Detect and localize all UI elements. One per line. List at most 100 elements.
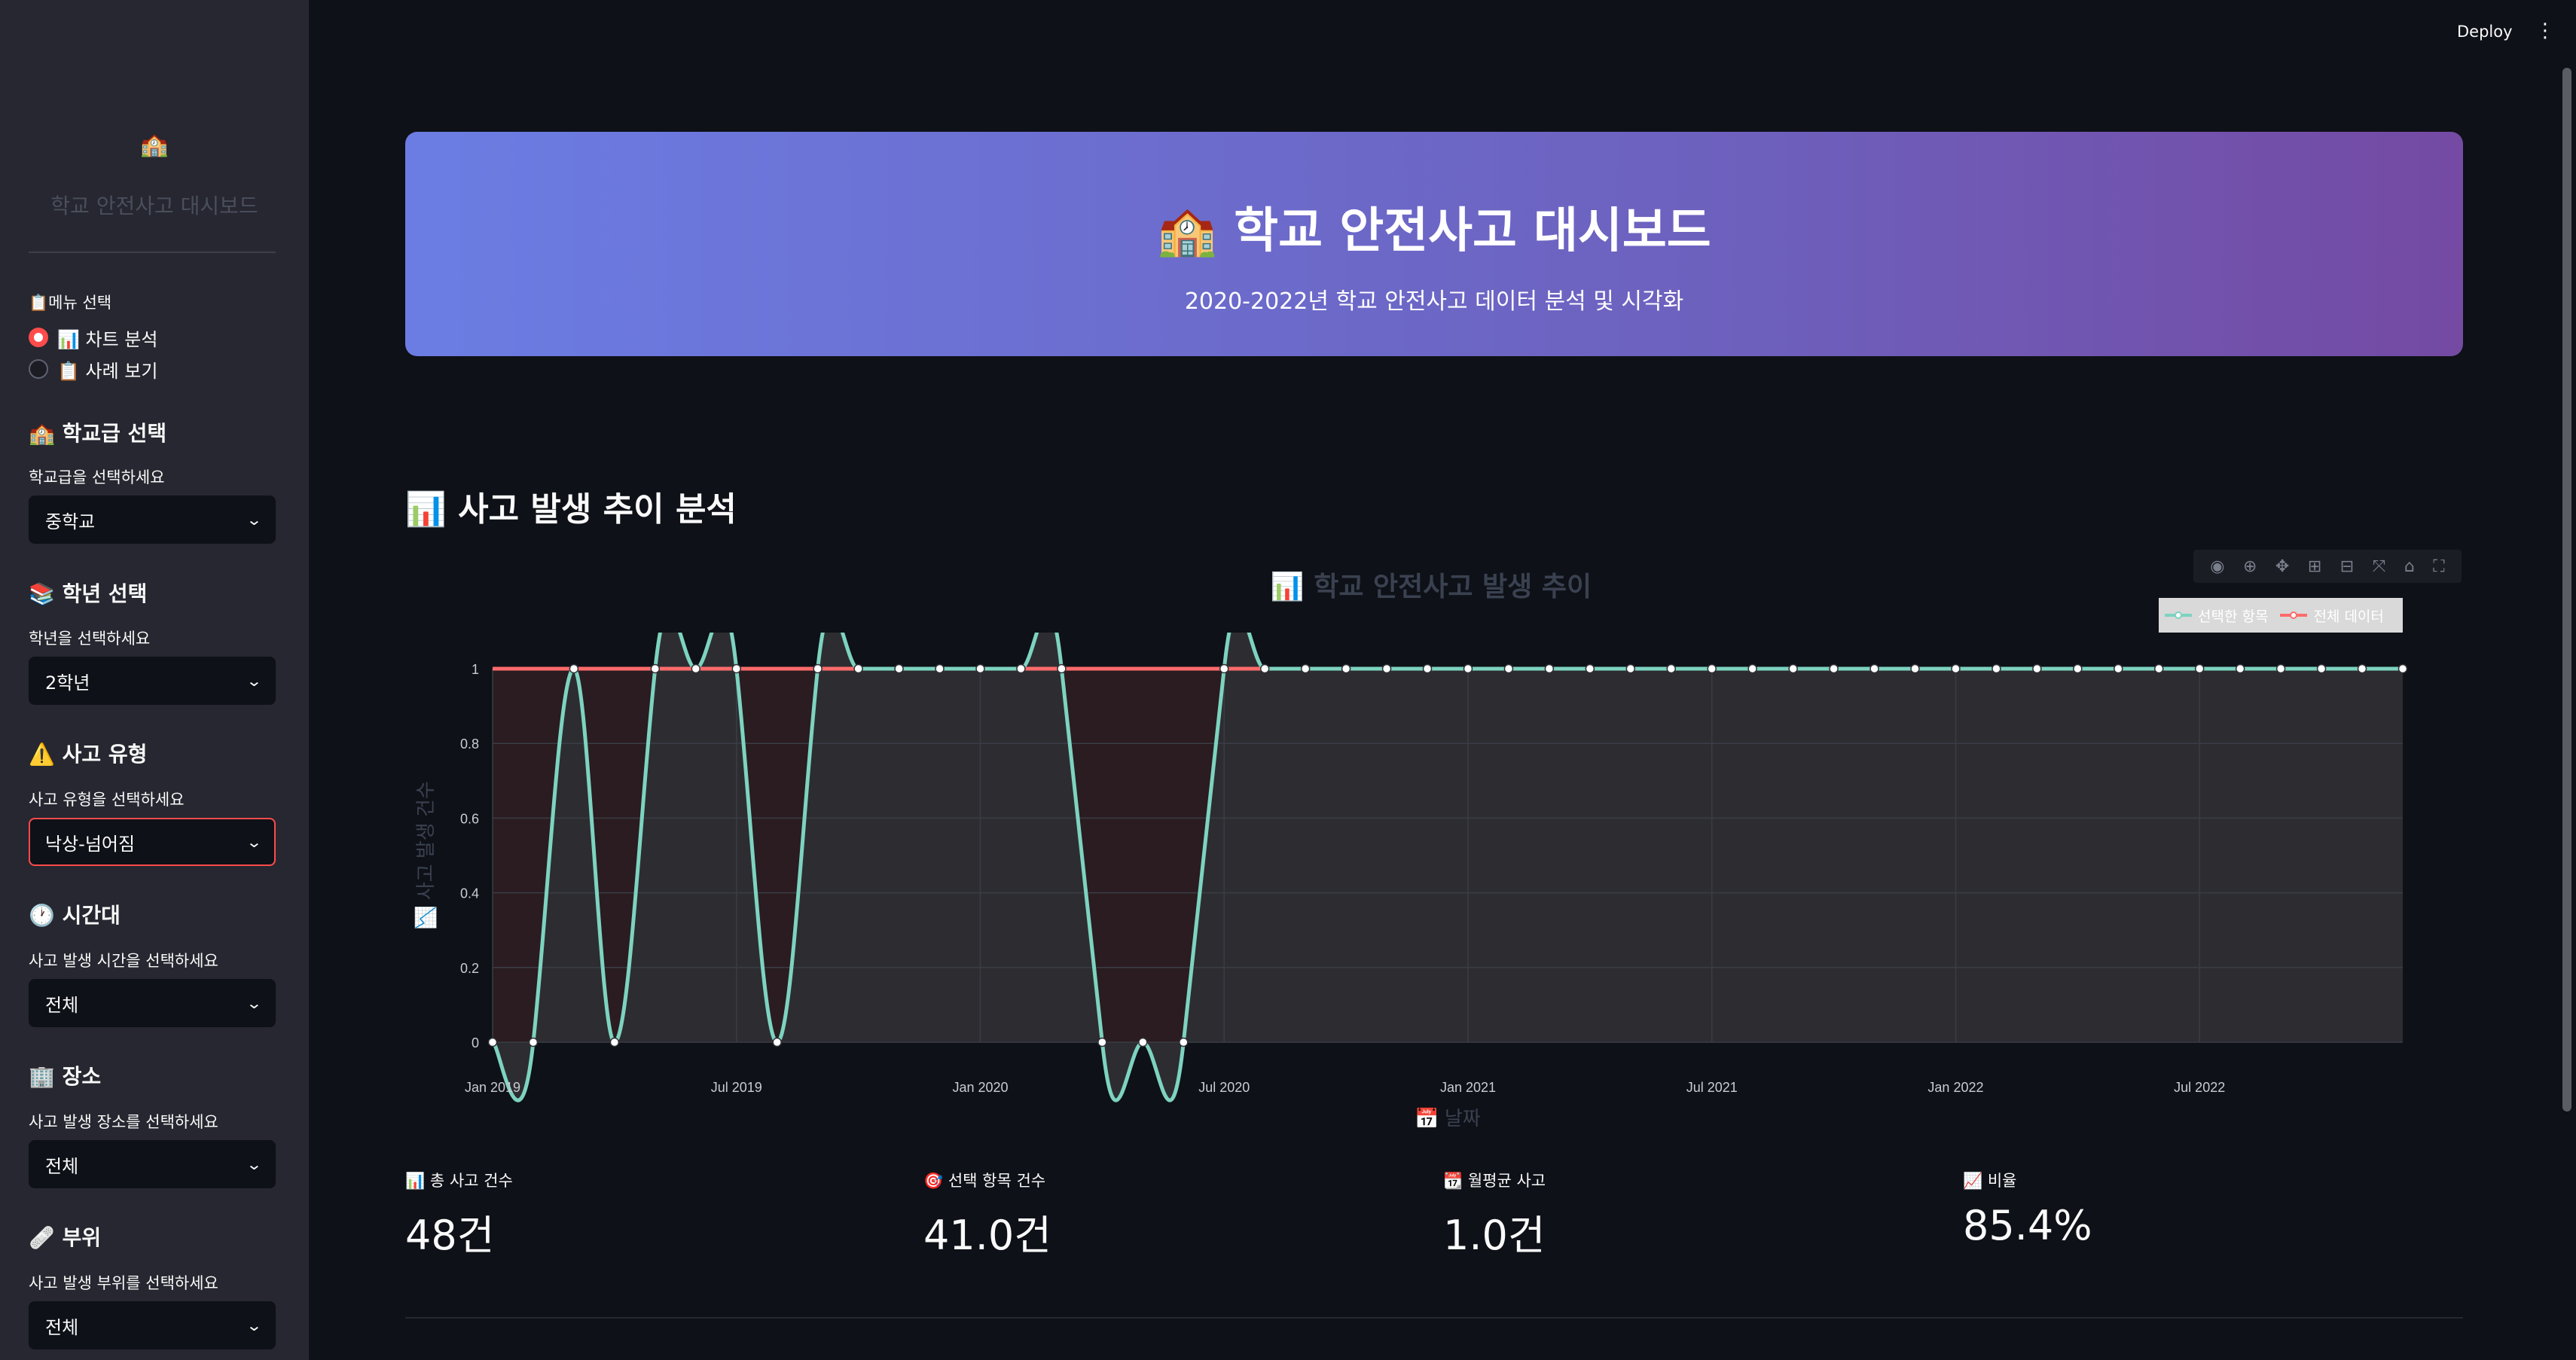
x-tick-label: Jul 2019 — [711, 1080, 762, 1095]
data-point — [2114, 663, 2123, 674]
kebab-menu-icon[interactable]: ⋮ — [2535, 20, 2555, 42]
radio-unselected-icon[interactable] — [29, 359, 48, 379]
main-scrollbar[interactable] — [2562, 68, 2571, 1111]
chevron-down-icon: ⌄ — [246, 511, 263, 529]
menu-option-cases[interactable]: 📋 사례 보기 — [29, 355, 157, 383]
x-tick-label: Jan 2019 — [465, 1080, 520, 1095]
x-tick-label: Jan 2021 — [1440, 1080, 1496, 1095]
body-part-label: 사고 발생 부위를 선택하세요 — [29, 1274, 218, 1292]
data-point — [1138, 1037, 1148, 1047]
x-tick-label: Jan 2022 — [1927, 1080, 1983, 1095]
legend-item-selected[interactable]: 선택한 항목 — [2165, 605, 2268, 626]
menu-option-label: 📋 사례 보기 — [57, 360, 158, 382]
data-point — [2194, 663, 2205, 674]
legend-item-total[interactable]: 전체 데이터 — [2280, 605, 2384, 626]
select-value: 중학교 — [45, 511, 96, 532]
chart-modebar: ◉ ⊕ ✥ ⊞ ⊟ ⤧ ⌂ ⛶ — [2193, 550, 2462, 583]
school-level-heading: 🏫 학교급 선택 — [29, 421, 167, 446]
time-select[interactable]: 전체 ⌄ — [29, 979, 276, 1027]
data-point — [1422, 663, 1433, 674]
sidebar: 🏫 학교 안전사고 대시보드 📋메뉴 선택 📊 차트 분석 📋 사례 보기 🏫 … — [0, 0, 309, 1360]
data-point — [1463, 663, 1473, 674]
data-point — [1341, 663, 1351, 674]
metric-selected: 🎯 선택 항목 건수 41.0건 — [923, 1169, 1051, 1261]
school-level-label: 학교급을 선택하세요 — [29, 468, 165, 486]
pan-icon[interactable]: ✥ — [2275, 557, 2289, 576]
chevron-down-icon: ⌄ — [246, 1316, 263, 1334]
data-point — [528, 1037, 539, 1047]
hero-title: 🏫 학교 안전사고 대시보드 — [1157, 203, 1711, 259]
x-tick-label: Jul 2020 — [1198, 1080, 1250, 1095]
x-tick-label: Jul 2021 — [1686, 1080, 1738, 1095]
data-point — [2235, 663, 2245, 674]
x-axis-label: 📅 날짜 — [1415, 1107, 1481, 1130]
metric-label: 🎯 선택 항목 건수 — [923, 1172, 1046, 1190]
metric-monthly-avg: 📆 월평균 사고 1.0건 — [1443, 1169, 1546, 1261]
grade-label: 학년을 선택하세요 — [29, 630, 151, 648]
grade-heading: 📚 학년 선택 — [29, 581, 148, 606]
deploy-button[interactable]: Deploy — [2457, 23, 2513, 41]
fullscreen-icon[interactable]: ⛶ — [2433, 557, 2444, 576]
menu-option-chart[interactable]: 📊 차트 분석 — [29, 324, 157, 351]
metric-label: 📆 월평균 사고 — [1443, 1172, 1546, 1190]
data-point — [1707, 663, 1717, 674]
data-point — [1219, 663, 1229, 674]
data-point — [650, 663, 661, 674]
data-point — [1097, 1037, 1107, 1047]
section-divider — [405, 1317, 2463, 1319]
zoom-in-icon[interactable]: ⊞ — [2308, 557, 2321, 576]
accident-type-heading: ⚠️ 사고 유형 — [29, 742, 148, 767]
grade-select[interactable]: 2학년 ⌄ — [29, 657, 276, 705]
data-point — [487, 1037, 498, 1047]
chevron-down-icon: ⌄ — [246, 672, 263, 690]
data-point — [813, 663, 823, 674]
data-point — [1788, 663, 1798, 674]
data-point — [731, 663, 741, 674]
zoom-icon[interactable]: ⊕ — [2243, 557, 2257, 576]
y-axis-label: 📉 사고 발생 건수 — [414, 781, 437, 930]
menu-option-label: 📊 차트 분석 — [57, 328, 158, 350]
chevron-down-icon: ⌄ — [246, 994, 263, 1012]
data-point — [1666, 663, 1677, 674]
data-point — [1016, 663, 1026, 674]
y-tick-label: 1 — [472, 662, 479, 677]
data-point — [1829, 663, 1839, 674]
time-heading: 🕐 시간대 — [29, 903, 121, 928]
data-point — [1910, 663, 1920, 674]
place-label: 사고 발생 장소를 선택하세요 — [29, 1113, 218, 1131]
select-value: 낙상-넘어짐 — [45, 833, 136, 855]
camera-icon[interactable]: ◉ — [2210, 557, 2224, 576]
body-part-heading: 🩹 부위 — [29, 1225, 102, 1250]
body-part-select[interactable]: 전체 ⌄ — [29, 1301, 276, 1349]
y-tick-label: 0.2 — [460, 961, 479, 976]
data-point — [853, 663, 863, 674]
data-point — [2154, 663, 2164, 674]
accident-type-select[interactable]: 낙상-넘어짐 ⌄ — [29, 818, 276, 866]
data-point — [691, 663, 701, 674]
section-title: 📊 사고 발생 추이 분석 — [405, 490, 737, 529]
sidebar-divider — [29, 252, 276, 253]
trend-chart[interactable]: 0 0.2 0.4 0.6 0.8 1 Jan 2019 Jul 2019 Jan 2020 Ju… — [405, 633, 2463, 1137]
x-tick-label: Jul 2022 — [2174, 1080, 2225, 1095]
data-point — [1992, 663, 2001, 674]
x-tick-label: Jan 2020 — [952, 1080, 1008, 1095]
autoscale-icon[interactable]: ⤧ — [2373, 557, 2386, 576]
time-label: 사고 발생 시간을 선택하세요 — [29, 952, 218, 970]
data-point — [609, 1037, 620, 1047]
zoom-out-icon[interactable]: ⊟ — [2340, 557, 2354, 576]
select-value: 전체 — [45, 1316, 79, 1338]
home-icon[interactable]: ⌂ — [2404, 557, 2415, 576]
data-point — [1381, 663, 1392, 674]
place-select[interactable]: 전체 ⌄ — [29, 1140, 276, 1188]
data-point — [1585, 663, 1595, 674]
chart-legend[interactable]: 선택한 항목 전체 데이터 — [2159, 598, 2403, 633]
menu-label: 📋메뉴 선택 — [29, 294, 112, 312]
radio-selected-icon[interactable] — [29, 328, 48, 347]
y-tick-label: 0.8 — [460, 736, 479, 752]
legend-label: 전체 데이터 — [2313, 608, 2384, 625]
sidebar-title: 학교 안전사고 대시보드 — [50, 194, 258, 218]
school-level-select[interactable]: 중학교 ⌄ — [29, 496, 276, 544]
metric-value: 1.0건 — [1443, 1212, 1546, 1259]
data-point — [2316, 663, 2327, 674]
data-point — [2073, 663, 2083, 674]
